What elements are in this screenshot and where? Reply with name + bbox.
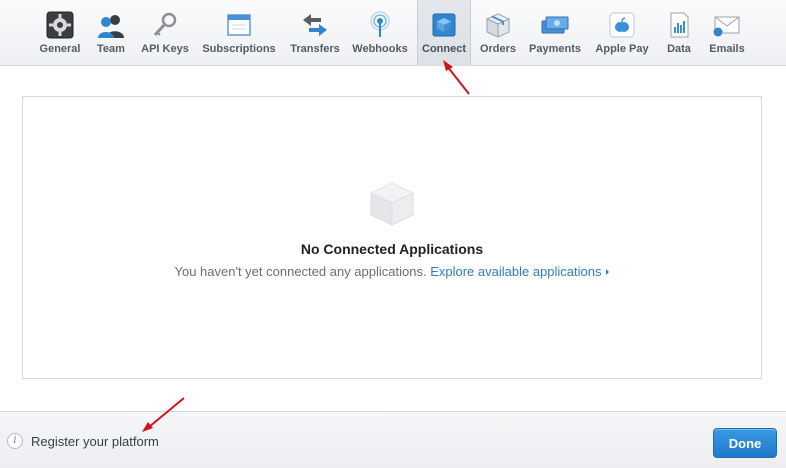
info-icon: i [7,433,23,449]
tab-webhooks[interactable]: Webhooks [350,0,410,66]
gear-icon [46,11,74,39]
tab-orders[interactable]: Orders [476,0,520,66]
key-icon [153,12,177,37]
tab-data[interactable]: Data [662,0,696,66]
tab-subscriptions-label: Subscriptions [202,43,276,55]
tab-general[interactable]: General [34,0,86,66]
tab-api-keys[interactable]: API Keys [138,0,192,66]
explore-applications-label: Explore available applications [430,264,602,279]
empty-cube-icon [369,182,415,226]
money-icon [541,16,569,34]
tab-apple-pay[interactable]: Apple Pay [590,0,654,66]
empty-state-title: No Connected Applications [300,241,484,257]
tab-transfers[interactable]: Transfers [286,0,344,66]
chevron-right-icon [606,269,610,275]
tab-webhooks-label: Webhooks [352,43,408,55]
chart-document-icon [670,12,689,38]
envelope-icon [713,16,740,37]
register-platform-link[interactable]: Register your platform [31,434,159,449]
tab-general-label: General [39,43,81,55]
tab-data-label: Data [667,43,691,55]
team-icon [98,15,124,38]
tab-transfers-label: Transfers [290,43,340,55]
footer-bar: i Register your platform Done [0,411,786,468]
window-icon [227,14,251,36]
explore-applications-link[interactable]: Explore available applications [430,264,610,279]
apple-icon [609,12,635,38]
tab-orders-label: Orders [479,43,517,55]
cube-icon [432,13,456,37]
empty-state-message: You haven't yet connected any applicatio… [23,264,761,279]
tab-subscriptions[interactable]: Subscriptions [200,0,278,66]
tab-team[interactable]: Team [90,0,132,66]
tab-apple-pay-label: Apple Pay [595,43,649,55]
settings-toolbar: General Team API Keys Subscriptions Tran… [0,0,786,66]
tab-connect[interactable]: Connect [417,0,471,66]
done-button[interactable]: Done [713,428,777,458]
tab-emails-label: Emails [709,43,745,55]
box-icon [485,13,511,38]
tab-connect-label: Connect [422,43,466,55]
antenna-icon [370,11,390,37]
connected-applications-panel: No Connected Applications You haven't ye… [22,96,762,379]
tab-api-keys-label: API Keys [141,43,189,55]
tab-emails[interactable]: Emails [704,0,750,66]
tab-team-label: Team [97,43,125,55]
tab-payments[interactable]: Payments [526,0,584,66]
tab-payments-label: Payments [529,43,581,55]
empty-state-text: You haven't yet connected any applicatio… [174,264,427,279]
transfer-arrows-icon [303,14,327,36]
